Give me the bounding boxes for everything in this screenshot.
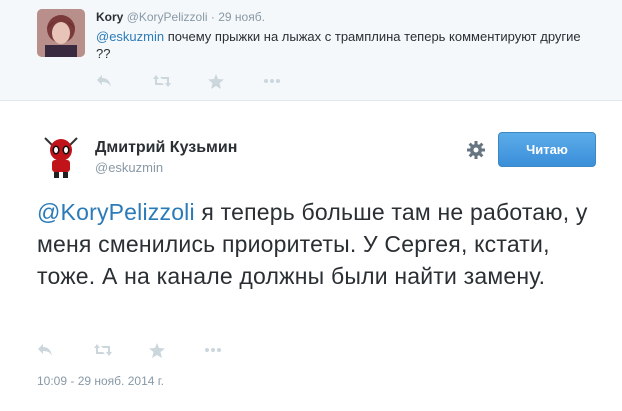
- author-handle[interactable]: @KoryPelizzoli: [127, 10, 208, 24]
- following-button[interactable]: Читаю: [498, 132, 596, 167]
- tweet-actions: [96, 72, 320, 90]
- reply-icon: [38, 344, 52, 356]
- separator: ·: [210, 10, 215, 24]
- retweet-icon: [94, 344, 112, 356]
- retweet-button[interactable]: [93, 341, 149, 359]
- settings-button[interactable]: [466, 140, 486, 160]
- author-name[interactable]: Дмитрий Кузьмин: [95, 139, 237, 157]
- star-icon: [208, 73, 224, 89]
- reply-icon: [97, 75, 111, 87]
- more-button[interactable]: [264, 72, 320, 90]
- author-name[interactable]: Kory: [96, 10, 123, 24]
- gear-icon: [467, 141, 485, 159]
- avatar[interactable]: [37, 9, 85, 57]
- reply-button[interactable]: [37, 341, 93, 359]
- tweet-timestamp[interactable]: 10:09 - 29 нояб. 2014 г.: [37, 374, 164, 388]
- favorite-button[interactable]: [149, 341, 205, 359]
- avatar-image: [37, 9, 85, 57]
- avatar-image: [37, 132, 85, 180]
- more-button[interactable]: [205, 341, 261, 359]
- tweet-text: @eskuzmin почему прыжки на лыжах с трамп…: [96, 28, 596, 62]
- tweet-time[interactable]: 29 нояб.: [218, 10, 265, 24]
- star-icon: [149, 342, 165, 358]
- retweet-icon: [153, 75, 171, 87]
- mention-link[interactable]: @KoryPelizzoli: [37, 199, 195, 225]
- retweet-button[interactable]: [152, 72, 208, 90]
- main-tweet: Дмитрий Кузьмин @eskuzmin Читаю @KoryPel…: [0, 102, 622, 411]
- reply-button[interactable]: [96, 72, 152, 90]
- avatar[interactable]: [37, 132, 85, 180]
- reply-header: Kory @KoryPelizzoli · 29 нояб.: [96, 10, 265, 24]
- tweet-body: почему прыжки на лыжах с трамплина тепер…: [96, 29, 581, 61]
- tweet-actions: [37, 341, 261, 359]
- tweet-text: @KoryPelizzoli я теперь больше там не ра…: [37, 196, 597, 292]
- favorite-button[interactable]: [208, 72, 264, 90]
- more-icon: [264, 79, 280, 83]
- reply-tweet[interactable]: Kory @KoryPelizzoli · 29 нояб. @eskuzmin…: [0, 0, 622, 101]
- mention-link[interactable]: @eskuzmin: [96, 29, 164, 44]
- author-handle[interactable]: @eskuzmin: [95, 160, 163, 175]
- more-icon: [205, 348, 221, 352]
